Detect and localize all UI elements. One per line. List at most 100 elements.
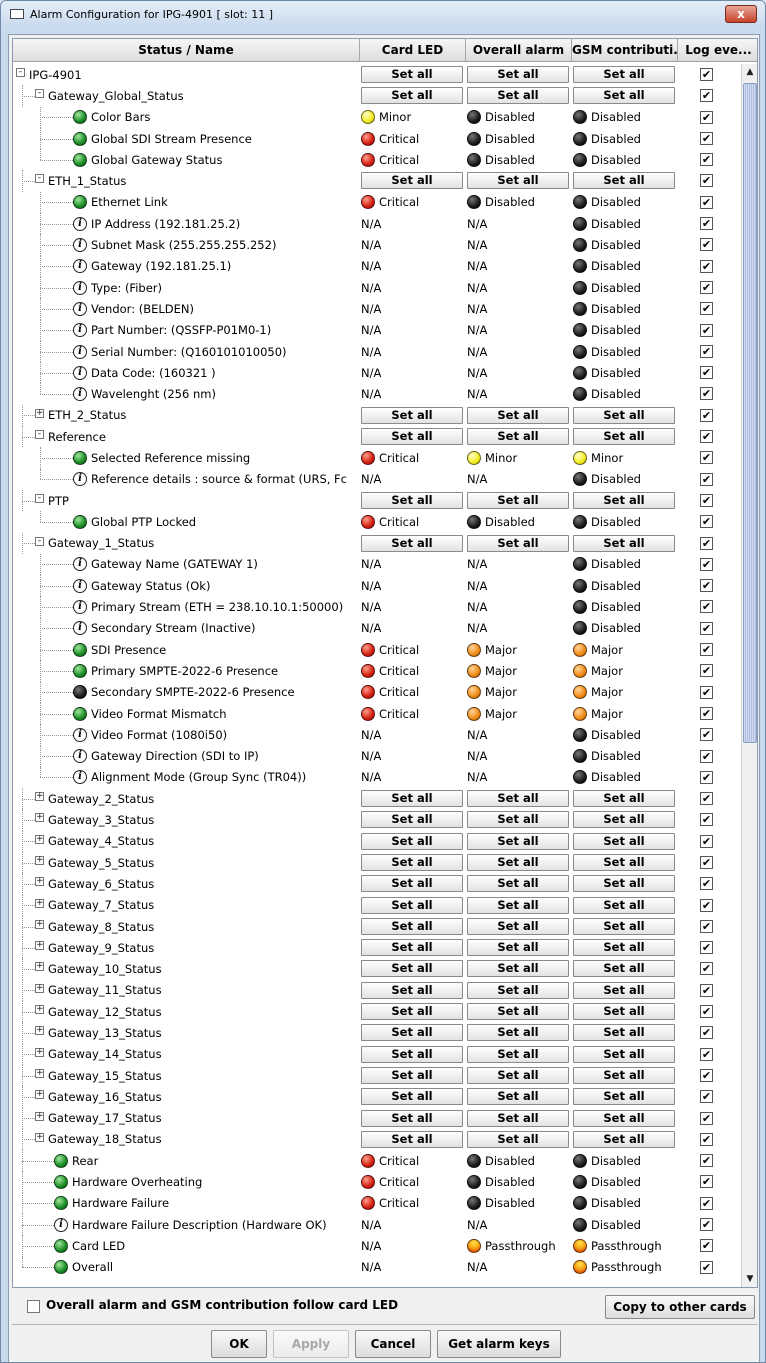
tree-node-label[interactable]: Gateway_18_Status <box>48 1129 162 1150</box>
gsm-value[interactable]: Disabled <box>573 234 641 255</box>
gsm-value[interactable]: Major <box>573 682 623 703</box>
card-led-set-all-button[interactable]: Set all <box>361 406 463 424</box>
table-row[interactable]: i Hardware Failure Description (Hardware … <box>13 1214 741 1236</box>
card-led-set-all-button[interactable]: Set all <box>361 981 463 999</box>
alarm-name[interactable]: i Hardware Failure Description (Hardware … <box>54 1214 327 1235</box>
log-events-checkbox[interactable]: ✔ <box>700 259 713 273</box>
alarm-name[interactable]: i Gateway Status (Ok) <box>73 575 210 596</box>
gsm-value[interactable]: Disabled <box>573 746 641 767</box>
card-led-value[interactable]: N/A <box>361 320 381 341</box>
expand-icon[interactable]: + <box>35 1132 44 1142</box>
table-row[interactable]: SDI Presence Critical Major Major ✔ <box>13 639 741 661</box>
log-events-checkbox[interactable]: ✔ <box>700 941 713 955</box>
log-events-checkbox[interactable]: ✔ <box>700 217 713 231</box>
alarm-name[interactable]: Secondary SMPTE-2022-6 Presence <box>73 682 295 703</box>
table-row[interactable]: i Video Format (1080i50) N/A N/A Disabled ✔ <box>13 724 741 746</box>
gsm-set-all-button[interactable]: Set all <box>573 534 675 552</box>
table-row[interactable]: - ETH_1_Status Set all Set all Set all ✔ <box>13 170 741 192</box>
log-events-checkbox[interactable]: ✔ <box>700 834 713 848</box>
expand-icon[interactable]: + <box>35 855 44 865</box>
card-led-value[interactable]: N/A <box>361 383 381 404</box>
table-row[interactable]: - Gateway_1_Status Set all Set all Set all ✔ <box>13 532 741 554</box>
table-row[interactable]: Video Format Mismatch Critical Major Major ✔ <box>13 702 741 725</box>
log-events-checkbox[interactable]: ✔ <box>700 770 713 784</box>
col-gsm-contribution[interactable]: GSM contributi... <box>572 39 678 62</box>
alarm-name[interactable]: i Reference details : source & format (UR… <box>73 469 347 490</box>
collapse-icon[interactable]: - <box>35 174 44 184</box>
overall-alarm-value[interactable]: N/A <box>467 575 487 596</box>
alarm-name[interactable]: Global SDI Stream Presence <box>73 128 252 149</box>
overall-alarm-value[interactable]: Major <box>467 682 517 703</box>
scroll-down-icon[interactable]: ▼ <box>742 1271 757 1287</box>
card-led-value[interactable]: N/A <box>361 298 381 319</box>
card-led-value[interactable]: Critical <box>361 639 419 660</box>
table-row[interactable]: Primary SMPTE-2022-6 Presence Critical Maj… <box>13 660 741 682</box>
gsm-value[interactable]: Major <box>573 703 623 724</box>
card-led-set-all-button[interactable]: Set all <box>361 491 463 509</box>
alarm-name[interactable]: Selected Reference missing <box>73 447 250 468</box>
log-events-checkbox[interactable]: ✔ <box>700 664 713 678</box>
gsm-value[interactable]: Disabled <box>573 298 641 319</box>
table-row[interactable]: i Secondary Stream (Inactive) N/A N/A Disabl… <box>13 617 741 640</box>
expand-icon[interactable]: + <box>35 919 44 929</box>
log-events-checkbox[interactable]: ✔ <box>700 557 713 571</box>
table-row[interactable]: + Gateway_16_Status Set all Set all Set all ✔ <box>13 1086 741 1108</box>
table-row[interactable]: + Gateway_4_Status Set all Set all Set all ✔ <box>13 830 741 852</box>
log-events-checkbox[interactable]: ✔ <box>700 366 713 380</box>
ok-button[interactable]: OK <box>211 1330 267 1358</box>
table-row[interactable]: - Gateway_Global_Status Set all Set all Set … <box>13 85 741 107</box>
overall-alarm-value[interactable]: N/A <box>467 618 487 639</box>
table-row[interactable]: + Gateway_8_Status Set all Set all Set all ✔ <box>13 915 741 938</box>
overall-alarm-set-all-button[interactable]: Set all <box>467 1024 569 1042</box>
log-events-checkbox[interactable]: ✔ <box>700 408 713 422</box>
overall-alarm-value[interactable]: N/A <box>467 554 487 575</box>
table-row[interactable]: Color Bars Minor Disabled Disabled ✔ <box>13 106 741 128</box>
gsm-value[interactable]: Disabled <box>573 256 641 277</box>
card-led-value[interactable]: N/A <box>361 1257 381 1278</box>
card-led-value[interactable]: Minor <box>361 107 411 128</box>
log-events-checkbox[interactable]: ✔ <box>700 174 713 188</box>
table-row[interactable]: + Gateway_14_Status Set all Set all Set all ✔ <box>13 1043 741 1065</box>
overall-alarm-value[interactable]: N/A <box>467 767 487 788</box>
expand-icon[interactable]: + <box>35 813 44 823</box>
alarm-name[interactable]: Hardware Failure <box>54 1193 169 1214</box>
expand-icon[interactable]: + <box>35 1090 44 1100</box>
card-led-set-all-button[interactable]: Set all <box>361 853 463 871</box>
card-led-set-all-button[interactable]: Set all <box>361 939 463 957</box>
card-led-set-all-button[interactable]: Set all <box>361 1109 463 1127</box>
overall-alarm-value[interactable]: N/A <box>467 469 487 490</box>
tree-node-label[interactable]: Gateway_2_Status <box>48 788 154 809</box>
expand-icon[interactable]: + <box>35 877 44 887</box>
collapse-icon[interactable]: - <box>35 493 44 503</box>
log-events-checkbox[interactable]: ✔ <box>700 855 713 869</box>
table-row[interactable]: Selected Reference missing Critical Minor M… <box>13 447 741 469</box>
card-led-set-all-button[interactable]: Set all <box>361 896 463 914</box>
overall-alarm-set-all-button[interactable]: Set all <box>467 1130 569 1148</box>
gsm-set-all-button[interactable]: Set all <box>573 1109 675 1127</box>
table-row[interactable]: i Part Number: (QSSFP-P01M0-1) N/A N/A Disab… <box>13 319 741 341</box>
gsm-value[interactable]: Passthrough <box>573 1235 662 1256</box>
tree-node-label[interactable]: Gateway_14_Status <box>48 1044 162 1065</box>
card-led-value[interactable]: Critical <box>361 149 419 170</box>
overall-alarm-value[interactable]: N/A <box>467 1214 487 1235</box>
expand-icon[interactable]: + <box>35 898 44 908</box>
card-led-set-all-button[interactable]: Set all <box>361 1088 463 1106</box>
log-events-checkbox[interactable]: ✔ <box>700 451 713 465</box>
table-row[interactable]: + Gateway_9_Status Set all Set all Set all ✔ <box>13 937 741 959</box>
card-led-value[interactable]: Critical <box>361 703 419 724</box>
gsm-set-all-button[interactable]: Set all <box>573 917 675 935</box>
log-events-checkbox[interactable]: ✔ <box>700 68 713 81</box>
expand-icon[interactable]: + <box>35 792 44 802</box>
table-row[interactable]: i Type: (Fiber) N/A N/A Disabled ✔ <box>13 276 741 299</box>
card-led-value[interactable]: N/A <box>361 277 381 298</box>
title-bar[interactable]: Alarm Configuration for IPG-4901 [ slot:… <box>1 1 765 27</box>
table-row[interactable]: i Gateway (192.181.25.1) N/A N/A Disabled ✔ <box>13 255 741 277</box>
alarm-name[interactable]: i Primary Stream (ETH = 238.10.10.1:50000… <box>73 596 343 617</box>
card-led-set-all-button[interactable]: Set all <box>361 917 463 935</box>
table-row[interactable]: i Gateway Name (GATEWAY 1) N/A N/A Disabled ✔ <box>13 553 741 576</box>
tree-node-label[interactable]: PTP <box>48 490 69 511</box>
card-led-set-all-button[interactable]: Set all <box>361 875 463 893</box>
overall-alarm-value[interactable]: Minor <box>467 447 517 468</box>
gsm-set-all-button[interactable]: Set all <box>573 832 675 850</box>
gsm-value[interactable]: Disabled <box>573 128 641 149</box>
